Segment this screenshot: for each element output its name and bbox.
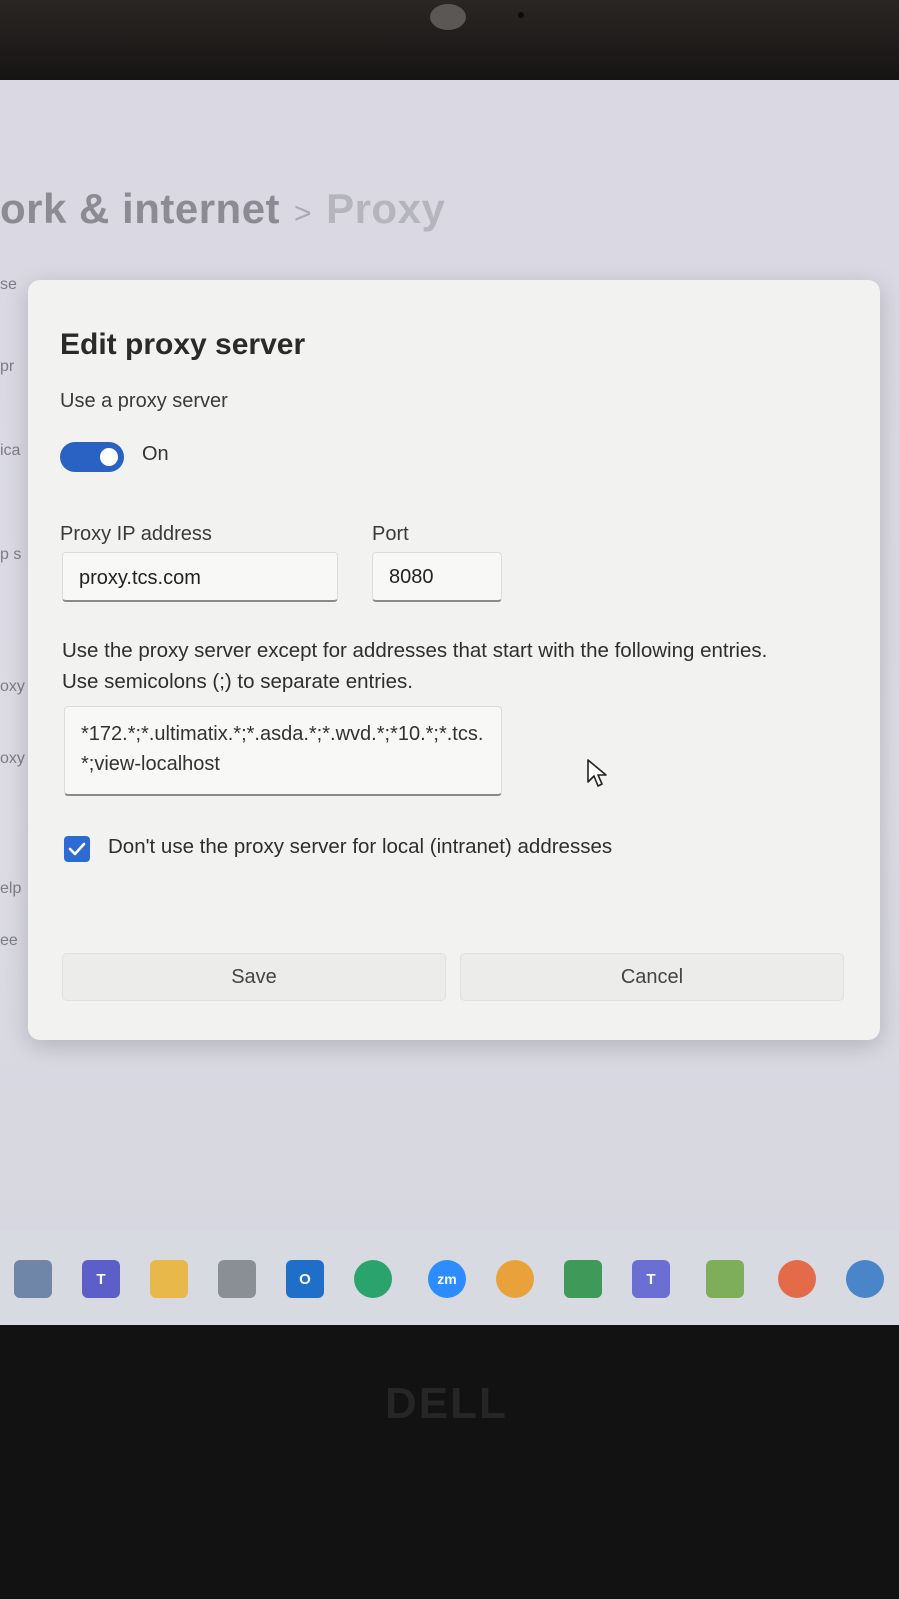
breadcrumb-parent[interactable]: ork & internet xyxy=(0,185,280,232)
exceptions-line-1: Use the proxy server except for addresse… xyxy=(62,639,768,662)
file-explorer-icon[interactable] xyxy=(14,1260,52,1298)
toggle-knob xyxy=(100,448,118,466)
exceptions-description: Use the proxy server except for addresse… xyxy=(62,635,862,697)
camera-indicator xyxy=(518,12,524,18)
settings-icon[interactable] xyxy=(846,1260,884,1298)
calculator-icon[interactable] xyxy=(218,1260,256,1298)
use-proxy-toggle[interactable] xyxy=(60,442,124,472)
folder-icon[interactable] xyxy=(150,1260,188,1298)
teams-work-icon[interactable]: T xyxy=(632,1260,670,1298)
outlook-icon[interactable]: O xyxy=(286,1260,324,1298)
dialog-title: Edit proxy server xyxy=(60,328,306,361)
checkmark-icon xyxy=(68,842,86,856)
local-bypass-label[interactable]: Don't use the proxy server for local (in… xyxy=(108,835,612,859)
port-input[interactable]: 8080 xyxy=(372,552,502,602)
breadcrumb-current: Proxy xyxy=(326,185,446,232)
proxy-ip-input[interactable]: proxy.tcs.com xyxy=(62,552,338,602)
laptop-bezel-bottom: DELL xyxy=(0,1325,899,1599)
bg-fragment: elp xyxy=(0,880,22,897)
bg-fragment: p s xyxy=(0,546,22,563)
cancel-button[interactable]: Cancel xyxy=(460,953,844,1001)
chrome-icon[interactable] xyxy=(496,1260,534,1298)
port-label: Port xyxy=(372,523,409,545)
save-button[interactable]: Save xyxy=(62,953,446,1001)
chat-icon[interactable] xyxy=(564,1260,602,1298)
bg-fragment: pr xyxy=(0,358,15,375)
mouse-cursor-icon xyxy=(587,759,607,787)
bg-fragment: se xyxy=(0,276,17,293)
breadcrumb: ork & internet > Proxy xyxy=(0,185,445,233)
use-proxy-label: Use a proxy server xyxy=(60,390,228,412)
zoom-icon[interactable]: zm xyxy=(428,1260,466,1298)
bg-fragment: ee xyxy=(0,932,18,949)
bg-fragment: oxy xyxy=(0,678,25,695)
exceptions-input[interactable]: *172.*;*.ultimatix.*;*.asda.*;*.wvd.*;*1… xyxy=(64,706,502,796)
edge-icon[interactable] xyxy=(354,1260,392,1298)
edit-proxy-dialog: Edit proxy server Use a proxy server On … xyxy=(28,280,880,1040)
remote-desktop-icon[interactable] xyxy=(706,1260,744,1298)
teams-icon[interactable]: T xyxy=(82,1260,120,1298)
brand-logo: DELL xyxy=(385,1379,508,1428)
local-bypass-checkbox[interactable] xyxy=(64,836,90,862)
screen: ork & internet > Proxy se pr ica p s oxy o… xyxy=(0,80,899,1325)
toggle-state-label: On xyxy=(142,443,169,465)
bg-fragment: ica xyxy=(0,442,21,459)
bg-fragment: oxy xyxy=(0,750,25,767)
breadcrumb-separator: > xyxy=(294,197,313,230)
vpn-icon[interactable] xyxy=(778,1260,816,1298)
laptop-bezel-top xyxy=(0,0,899,80)
exceptions-line-2: Use semicolons (;) to separate entries. xyxy=(62,670,413,693)
proxy-ip-label: Proxy IP address xyxy=(60,523,212,545)
webcam-icon xyxy=(430,4,466,30)
taskbar: T O zm T xyxy=(0,1230,899,1325)
